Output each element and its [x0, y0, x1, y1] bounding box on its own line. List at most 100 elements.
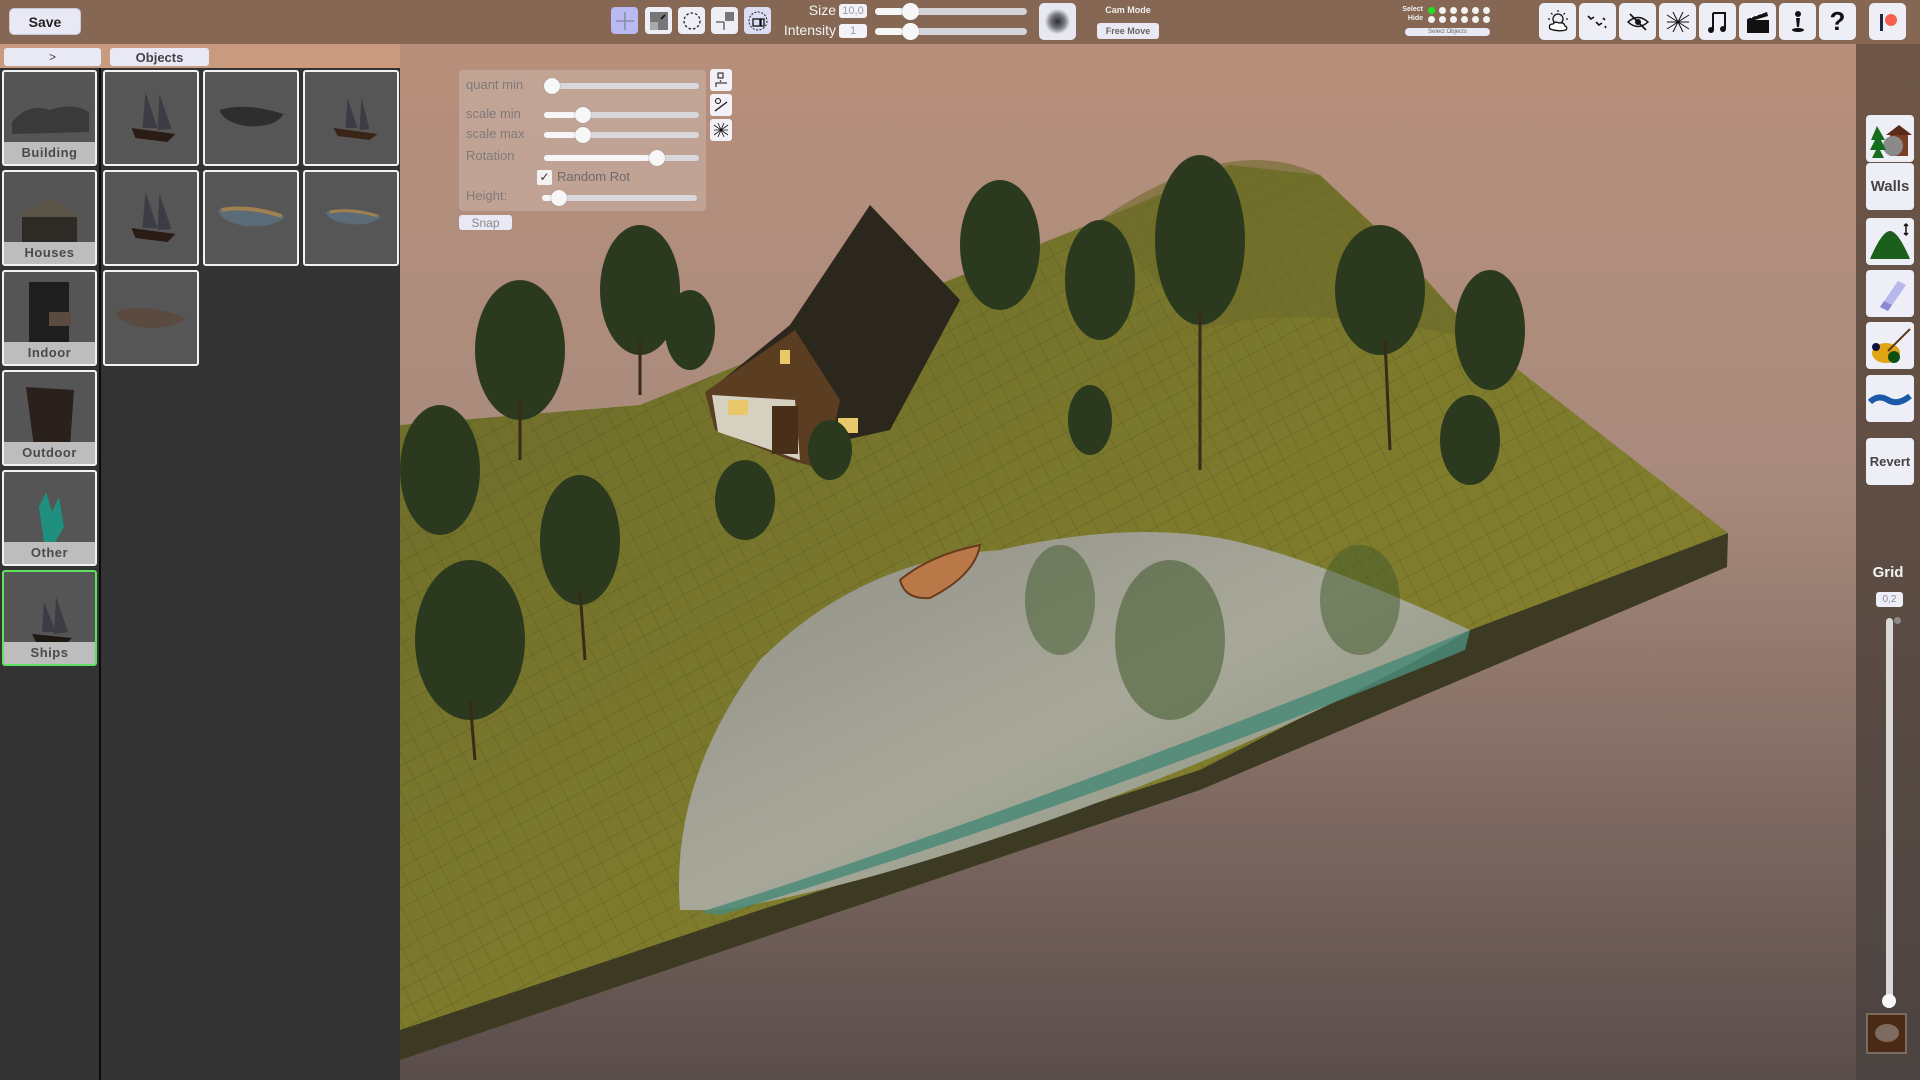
brush-preview-button[interactable]: [1039, 3, 1076, 40]
size-slider-knob[interactable]: [902, 3, 920, 20]
size-value-field[interactable]: 10,0: [839, 4, 867, 18]
terrain-height-tool-button[interactable]: [1866, 218, 1914, 265]
revert-button[interactable]: Revert: [1866, 438, 1914, 485]
chat-bubble-icon: [1875, 1024, 1899, 1042]
category-other[interactable]: Other: [2, 470, 97, 566]
help-button[interactable]: ?: [1819, 3, 1856, 40]
object-tile-blue-rowboat[interactable]: [203, 170, 299, 266]
cam-mode-button[interactable]: Free Move: [1097, 23, 1159, 39]
objects-tool-button[interactable]: [1866, 115, 1914, 162]
select-layer-toggle[interactable]: [1428, 7, 1435, 14]
scatter-icon: [713, 122, 729, 138]
object-tile-galleon[interactable]: [103, 170, 199, 266]
hide-layer-toggle[interactable]: [1428, 16, 1435, 23]
hide-layer-toggle[interactable]: [1450, 16, 1457, 23]
weather-button[interactable]: [1539, 3, 1576, 40]
help-icon: ?: [1829, 6, 1846, 36]
patreon-icon: [1879, 13, 1897, 31]
slider-knob[interactable]: [649, 150, 666, 166]
intensity-value-field[interactable]: 1: [839, 24, 867, 38]
hide-layer-toggle[interactable]: [1472, 16, 1479, 23]
select-layer-toggle[interactable]: [1450, 7, 1457, 14]
placement-brush-panel: quant min scale min scale max Rotation H…: [459, 70, 706, 211]
object-thumbnail: [115, 308, 186, 328]
water-tool-button[interactable]: [1866, 375, 1914, 422]
tab-objects[interactable]: Objects: [110, 48, 209, 66]
object-tile-small-rowboat[interactable]: [303, 170, 399, 266]
category-houses[interactable]: Houses: [2, 170, 97, 266]
group-tool-button[interactable]: [744, 7, 771, 34]
rotate-tool-button[interactable]: [678, 7, 705, 34]
music-button[interactable]: [1699, 3, 1736, 40]
walls-tool-button[interactable]: Walls: [1866, 163, 1914, 210]
slider-fill: [542, 195, 552, 201]
height-slider[interactable]: [542, 190, 697, 206]
quant-min-slider[interactable]: [544, 78, 699, 94]
birds-button[interactable]: [1579, 3, 1616, 40]
character-button[interactable]: [1779, 3, 1816, 40]
select-layer-toggle[interactable]: [1472, 7, 1479, 14]
patreon-button[interactable]: [1869, 3, 1906, 40]
scatter-button[interactable]: [710, 119, 732, 141]
category-ships[interactable]: Ships: [2, 570, 97, 666]
object-tile-wooden-boat[interactable]: [103, 270, 199, 366]
slider-knob[interactable]: [551, 190, 568, 206]
grid-mesh-button[interactable]: [1659, 3, 1696, 40]
water-wave-icon: [1868, 393, 1912, 405]
move-tool-button[interactable]: [611, 7, 638, 34]
grid-value-field[interactable]: 0,2: [1876, 592, 1903, 607]
hide-layer-toggle[interactable]: [1439, 16, 1446, 23]
intensity-slider-fill: [875, 28, 903, 35]
select-objects-button[interactable]: Select Objects: [1405, 28, 1490, 36]
place-single-button[interactable]: [710, 69, 732, 91]
chat-button[interactable]: [1866, 1013, 1907, 1054]
object-tile-galleon[interactable]: [103, 70, 199, 166]
category-outdoor[interactable]: Outdoor: [2, 370, 97, 466]
category-building[interactable]: Building: [2, 70, 97, 166]
object-thumbnail: [131, 92, 176, 142]
paint-tool-button[interactable]: [1866, 322, 1914, 369]
category-indoor[interactable]: Indoor: [2, 270, 97, 366]
object-thumbnail: [131, 192, 176, 242]
snap-button[interactable]: Snap: [459, 215, 512, 230]
tree-house-icon: [1870, 124, 1912, 158]
visibility-button[interactable]: [1619, 3, 1656, 40]
object-tile-brig[interactable]: [303, 70, 399, 166]
eye-hidden-icon: [1626, 12, 1649, 31]
pivot-tool-button[interactable]: [711, 7, 738, 34]
slider-knob[interactable]: [575, 107, 591, 123]
grid-size-slider[interactable]: [1882, 618, 1896, 1008]
hide-layer-toggle[interactable]: [1461, 16, 1468, 23]
select-layer-toggle[interactable]: [1483, 7, 1490, 14]
intensity-slider[interactable]: [875, 23, 1027, 40]
intensity-slider-knob[interactable]: [902, 23, 920, 40]
weather-sun-cloud-icon: [1547, 9, 1568, 31]
eraser-tool-button[interactable]: [1866, 270, 1914, 317]
rotation-slider[interactable]: [544, 150, 699, 166]
cam-mode-label: Cam Mode: [1105, 5, 1151, 15]
grid-slider-knob[interactable]: [1882, 994, 1896, 1008]
object-thumbnail: [219, 106, 284, 127]
slider-knob[interactable]: [544, 78, 560, 94]
scale-tool-button[interactable]: [645, 7, 672, 34]
hide-label: Hide: [1407, 15, 1423, 22]
collapse-panel-button[interactable]: >: [4, 48, 101, 66]
object-tile-dark-rowboat[interactable]: [203, 70, 299, 166]
category-label: Outdoor: [4, 442, 95, 464]
cinematic-button[interactable]: [1739, 3, 1776, 40]
clapperboard-icon: [1746, 10, 1769, 33]
scale-min-slider[interactable]: [544, 107, 699, 123]
paint-line-button[interactable]: [710, 94, 732, 116]
scale-icon: [649, 11, 668, 30]
scale-max-slider[interactable]: [544, 127, 699, 143]
eraser-icon: [1880, 280, 1906, 311]
save-button[interactable]: Save: [9, 8, 81, 35]
object-library-panel: > Objects Building Houses Indoor Outdoor Oth…: [0, 44, 400, 1080]
slider-knob[interactable]: [575, 127, 591, 143]
select-layer-toggle[interactable]: [1461, 7, 1468, 14]
random-rot-checkbox[interactable]: ✓: [537, 170, 552, 185]
size-slider[interactable]: [875, 3, 1027, 20]
hide-layer-toggle[interactable]: [1483, 16, 1490, 23]
pawn-icon: [1791, 10, 1804, 32]
select-layer-toggle[interactable]: [1439, 7, 1446, 14]
